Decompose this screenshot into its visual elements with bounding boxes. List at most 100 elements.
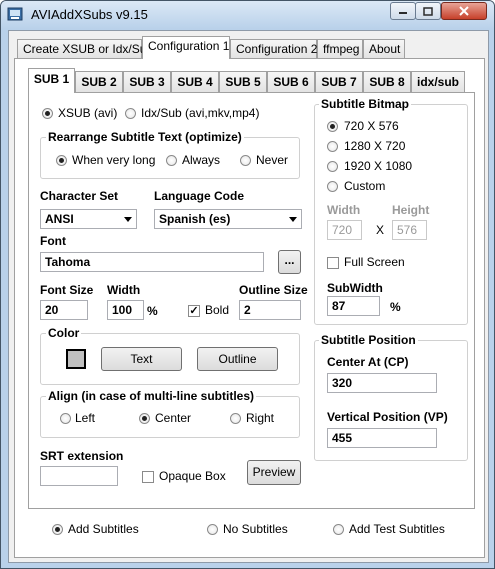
language-select[interactable]: Spanish (es) — [154, 209, 302, 229]
bitmap-height-label: Height — [392, 203, 430, 217]
bold-label: Bold — [205, 303, 230, 317]
preview-button[interactable]: Preview — [247, 460, 301, 485]
add-subtitles-radio[interactable] — [52, 524, 63, 535]
tab-configuration-2[interactable]: Configuration 2 — [230, 39, 317, 59]
font-browse-button[interactable]: ... — [278, 250, 301, 274]
bitmap-x-label: X — [376, 223, 385, 237]
font-field[interactable]: Tahoma — [40, 252, 264, 272]
center-at-label: Center At (CP) — [327, 355, 409, 369]
rearrange-title: Rearrange Subtitle Text (optimize) — [46, 130, 244, 144]
tab-create-xsub[interactable]: Create XSUB or Idx/Sub — [17, 39, 153, 59]
center-at-field[interactable]: 320 — [327, 373, 437, 393]
charset-select[interactable]: ANSI — [40, 209, 137, 229]
srt-field[interactable] — [40, 466, 118, 486]
rearrange-always-label: Always — [182, 153, 221, 167]
tab-sub-3[interactable]: SUB 3 — [123, 71, 171, 93]
app-window: AVIAddXSubs v9.15 Create XSUB or Idx/Sub… — [0, 0, 495, 569]
bitmap-1920-label: 1920 X 1080 — [344, 159, 413, 173]
bitmap-1920-radio[interactable] — [327, 161, 338, 172]
bitmap-1280-label: 1280 X 720 — [344, 139, 406, 153]
rearrange-never-radio[interactable] — [240, 155, 251, 166]
subwidth-field[interactable]: 87 — [327, 296, 380, 316]
charset-label: Character Set — [40, 189, 119, 203]
charset-value: ANSI — [45, 212, 74, 226]
bitmap-title: Subtitle Bitmap — [319, 97, 412, 111]
vertical-position-field[interactable]: 455 — [327, 428, 437, 448]
rearrange-very-long-radio[interactable] — [56, 155, 67, 166]
font-size-field[interactable]: 20 — [40, 300, 88, 320]
rearrange-never-label: Never — [256, 153, 289, 167]
width-unit: % — [147, 304, 158, 318]
outline-size-label: Outline Size — [239, 283, 308, 297]
close-icon — [459, 6, 469, 16]
rearrange-always-radio[interactable] — [166, 155, 177, 166]
bitmap-720-radio[interactable] — [327, 121, 338, 132]
bitmap-custom-radio[interactable] — [327, 181, 338, 192]
color-swatch[interactable] — [66, 349, 86, 369]
bitmap-1280-radio[interactable] — [327, 141, 338, 152]
subwidth-label: SubWidth — [327, 281, 383, 295]
language-label: Language Code — [154, 189, 245, 203]
language-value: Spanish (es) — [159, 212, 231, 226]
xsub-radio[interactable] — [42, 108, 53, 119]
maximize-icon — [423, 6, 433, 16]
tab-configuration-1[interactable]: Configuration 1 — [142, 36, 230, 59]
rearrange-very-long-label: When very long — [72, 153, 156, 167]
close-button[interactable] — [441, 2, 487, 20]
tab-sub-1[interactable]: SUB 1 — [28, 68, 75, 93]
full-screen-label: Full Screen — [344, 255, 405, 269]
xsub-label: XSUB (avi) — [58, 106, 118, 120]
tab-sub-2[interactable]: SUB 2 — [75, 71, 123, 93]
align-right-label: Right — [246, 411, 275, 425]
idxsub-label: Idx/Sub (avi,mkv,mp4) — [141, 106, 260, 120]
bitmap-width-field[interactable]: 720 — [327, 220, 362, 240]
width-field[interactable]: 100 — [107, 300, 144, 320]
bitmap-custom-label: Custom — [344, 179, 386, 193]
chevron-down-icon — [285, 210, 301, 228]
sub-panel: XSUB (avi) Idx/Sub (avi,mkv,mp4) Rearran… — [28, 92, 475, 509]
maximize-button[interactable] — [415, 2, 441, 20]
client-area: Create XSUB or Idx/Sub Configuration 1 C… — [8, 30, 489, 563]
text-color-button[interactable]: Text — [101, 347, 182, 371]
srt-label: SRT extension — [40, 449, 124, 463]
tab-sub-7[interactable]: SUB 7 — [315, 71, 363, 93]
no-subtitles-radio[interactable] — [207, 524, 218, 535]
tab-sub-4[interactable]: SUB 4 — [171, 71, 219, 93]
width-label: Width — [107, 283, 141, 297]
outline-size-field[interactable]: 2 — [239, 300, 301, 320]
tab-sub-8[interactable]: SUB 8 — [363, 71, 411, 93]
opaque-box-checkbox[interactable] — [142, 471, 154, 483]
minimize-button[interactable] — [390, 2, 416, 20]
title-bar[interactable]: AVIAddXSubs v9.15 — [1, 1, 494, 29]
tab-sub-5[interactable]: SUB 5 — [219, 71, 267, 93]
configuration-page: SUB 1 SUB 2 SUB 3 SUB 4 SUB 5 SUB 6 SUB … — [14, 58, 485, 558]
tab-about[interactable]: About — [363, 39, 405, 59]
chevron-down-icon — [120, 210, 136, 228]
align-left-radio[interactable] — [60, 413, 71, 424]
app-icon — [7, 7, 23, 21]
bitmap-height-field[interactable]: 576 — [392, 220, 427, 240]
full-screen-checkbox[interactable] — [327, 257, 339, 269]
no-subtitles-label: No Subtitles — [223, 522, 288, 536]
align-title: Align (in case of multi-line subtitles) — [46, 389, 257, 403]
outline-color-button[interactable]: Outline — [197, 347, 278, 371]
align-center-label: Center — [155, 411, 192, 425]
add-test-subtitles-label: Add Test Subtitles — [349, 522, 445, 536]
tab-ffmpeg[interactable]: ffmpeg — [317, 39, 363, 59]
add-subtitles-label: Add Subtitles — [68, 522, 139, 536]
subwidth-unit: % — [390, 300, 401, 314]
position-title: Subtitle Position — [319, 333, 418, 347]
align-left-label: Left — [75, 411, 96, 425]
bitmap-720-label: 720 X 576 — [344, 119, 399, 133]
align-center-radio[interactable] — [139, 413, 150, 424]
font-size-label: Font Size — [40, 283, 94, 297]
add-test-subtitles-radio[interactable] — [333, 524, 344, 535]
tab-idx-sub[interactable]: idx/sub — [411, 71, 465, 93]
bold-checkbox[interactable]: ✓ — [188, 305, 200, 317]
minimize-icon — [399, 12, 407, 14]
idxsub-radio[interactable] — [125, 108, 136, 119]
opaque-box-label: Opaque Box — [159, 469, 226, 483]
align-right-radio[interactable] — [230, 413, 241, 424]
tab-sub-6[interactable]: SUB 6 — [267, 71, 315, 93]
color-title: Color — [46, 326, 82, 340]
